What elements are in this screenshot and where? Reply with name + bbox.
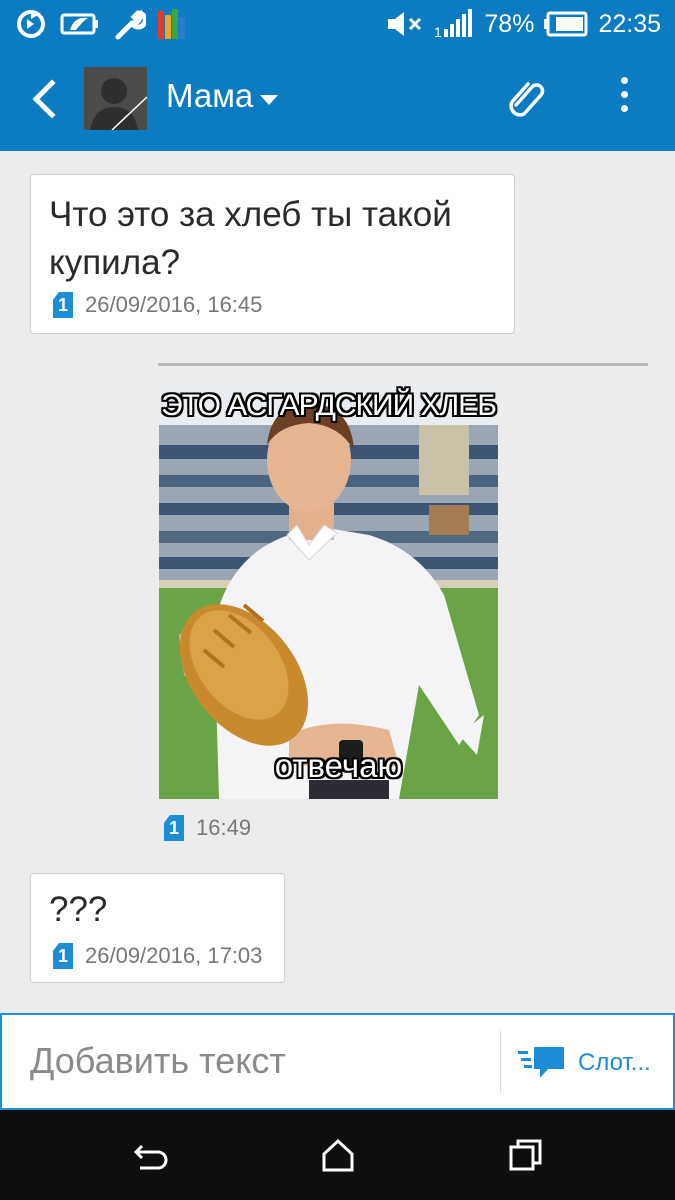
send-label: Слот... xyxy=(578,1049,651,1076)
paperclip-icon xyxy=(509,82,545,117)
avatar[interactable] xyxy=(84,67,147,130)
nav-back-button[interactable] xyxy=(130,1136,170,1176)
message-text: Что это за хлеб ты такой купила? xyxy=(49,195,452,282)
clock: 22:35 xyxy=(598,9,661,38)
nav-recents-button[interactable] xyxy=(506,1136,546,1176)
avg-antivirus-icon xyxy=(158,9,185,39)
navigation-bar xyxy=(0,1110,675,1200)
wrench-icon xyxy=(115,9,146,40)
meme-photo xyxy=(159,385,498,799)
message-input[interactable] xyxy=(30,1033,490,1089)
app-bar: Мама xyxy=(0,47,675,151)
svg-text:1: 1 xyxy=(434,24,442,39)
message-meta: 1 16:49 xyxy=(164,815,251,841)
nav-home-icon xyxy=(322,1138,354,1172)
meme-bottom-caption: отвечаю xyxy=(274,747,403,784)
battery-percent: 78% xyxy=(484,9,535,38)
message-meta: 1 26/09/2016, 16:45 xyxy=(53,292,262,318)
message-bubble[interactable]: ??? 1 26/09/2016, 17:03 xyxy=(30,873,285,983)
sim-1-icon: 1 xyxy=(164,815,184,841)
message-bubble[interactable]: Что это за хлеб ты такой купила? 1 26/09… xyxy=(30,174,515,334)
meme-top-caption: ЭТО АСГАРДСКИЙ ХЛЕБ xyxy=(161,389,497,422)
nav-back-icon xyxy=(133,1144,168,1170)
message-text: ??? xyxy=(49,890,108,929)
nav-home-button[interactable] xyxy=(318,1136,358,1176)
back-button[interactable] xyxy=(22,75,66,123)
signal-icon: 1 xyxy=(434,9,473,39)
back-arrow-icon xyxy=(32,79,56,119)
send-button[interactable]: Слот... xyxy=(518,1039,668,1087)
divider xyxy=(158,363,648,366)
mute-icon xyxy=(388,12,422,36)
message-timestamp: 26/09/2016, 17:03 xyxy=(85,943,263,968)
message-timestamp: 26/09/2016, 16:45 xyxy=(85,292,263,317)
compose-divider xyxy=(500,1031,501,1093)
message-meta: 1 26/09/2016, 17:03 xyxy=(53,943,262,969)
battery-icon xyxy=(544,11,588,37)
battery-saver-icon xyxy=(60,13,98,35)
sim-1-icon: 1 xyxy=(53,943,73,969)
nav-recents-icon xyxy=(509,1139,542,1171)
send-sms-icon xyxy=(518,1047,564,1078)
sim-1-icon: 1 xyxy=(53,292,73,318)
status-bar-notifications xyxy=(14,5,186,43)
attach-button[interactable] xyxy=(504,75,548,123)
status-bar-system: 1 78% 22:35 xyxy=(386,5,661,43)
chevron-down-icon xyxy=(260,95,278,105)
more-vertical-icon[interactable] xyxy=(610,77,638,123)
compose-bar: Слот... xyxy=(0,1013,675,1110)
message-timestamp: 16:49 xyxy=(196,815,252,840)
sync-icon xyxy=(17,10,45,38)
status-bar: 1 78% 22:35 xyxy=(0,0,675,47)
mms-image[interactable]: ЭТО АСГАРДСКИЙ ХЛЕБ отвечаю xyxy=(159,385,498,799)
contact-name[interactable]: Мама xyxy=(166,77,253,115)
contact-silhouette-icon xyxy=(84,67,147,130)
